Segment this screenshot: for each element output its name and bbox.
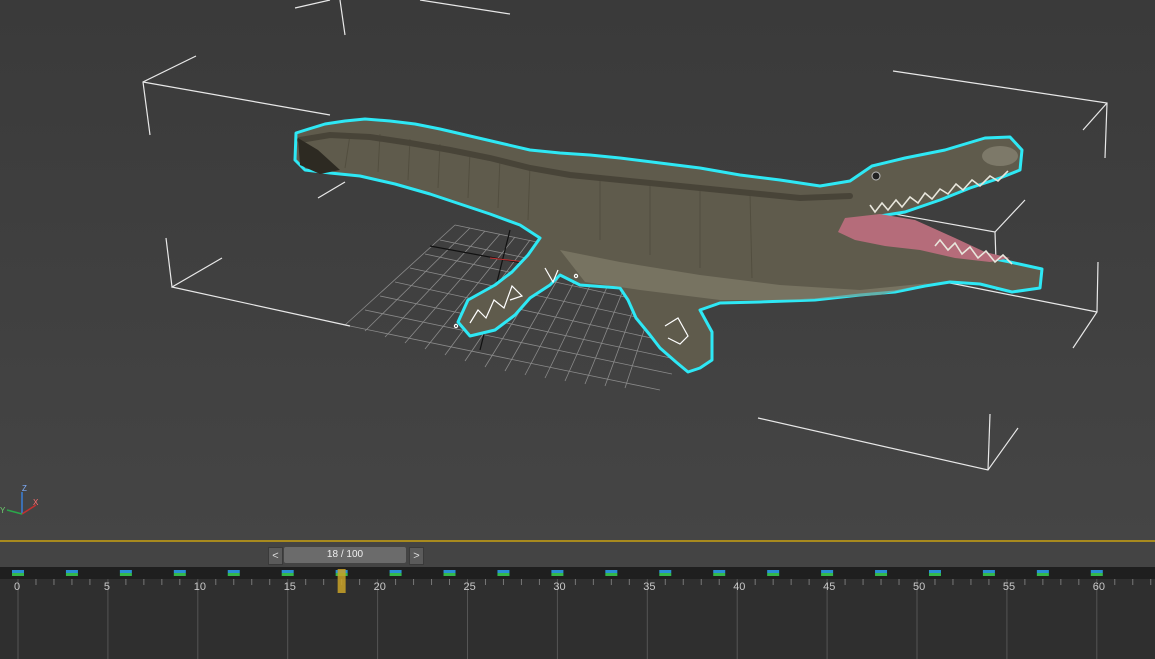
trackbar-tick-label: 60 xyxy=(1092,581,1106,593)
axis-label-x: X xyxy=(33,498,39,507)
keyframe-marker xyxy=(173,570,186,576)
time-slider-bar: < 18 / 100 > xyxy=(0,542,1155,567)
trackbar-tick-label: 15 xyxy=(283,581,296,593)
keyframe-marker xyxy=(227,570,240,576)
keyframe-marker xyxy=(1036,570,1049,576)
trackbar-tick-label: 35 xyxy=(643,581,656,593)
keyframe-marker xyxy=(875,570,888,576)
trackbar-canvas xyxy=(0,567,1155,659)
keyframe-marker xyxy=(497,570,510,576)
keyframe-marker xyxy=(551,570,564,576)
keyframe-marker xyxy=(659,570,672,576)
trackbar-tick-label: 5 xyxy=(103,581,111,593)
keyframe-marker xyxy=(605,570,618,576)
trackbar[interactable]: 0 5 10 15 20 25 30 35 40 45 50 55 60 xyxy=(0,567,1155,659)
keyframe-marker xyxy=(65,570,78,576)
view-axis-tripod xyxy=(6,492,37,515)
keyframe-marker xyxy=(767,570,780,576)
keyframe-marker xyxy=(982,570,995,576)
trackbar-tick-label: 20 xyxy=(373,581,386,593)
keyframe-strip xyxy=(0,567,1155,579)
keyframe-marker xyxy=(389,570,402,576)
trackbar-tick-label: 10 xyxy=(193,581,207,593)
trackbar-tick-label: 40 xyxy=(733,581,746,593)
viewport-scene xyxy=(6,0,1108,515)
crocodile-model[interactable] xyxy=(293,117,1044,374)
trackbar-tick-label: 25 xyxy=(463,581,476,593)
time-slider-thumb[interactable]: 18 / 100 xyxy=(284,547,406,563)
trackbar-tick-label: 50 xyxy=(913,581,926,593)
time-slider-prev-button[interactable]: < xyxy=(268,547,283,565)
time-slider-next-button[interactable]: > xyxy=(409,547,424,565)
trackbar-tick-label: 0 xyxy=(14,581,21,593)
keyframe-marker xyxy=(119,570,132,576)
keyframe-marker xyxy=(12,570,24,576)
trackbar-tick-label: 30 xyxy=(553,581,566,593)
keyframe-marker xyxy=(821,570,834,576)
axis-label-y: Y xyxy=(0,506,6,515)
perspective-viewport[interactable]: Z X Y xyxy=(0,0,1155,540)
time-slider-position: 18 / 100 xyxy=(326,549,364,560)
trackbar-tick-label: 55 xyxy=(1002,581,1016,593)
keyframe-marker xyxy=(281,570,294,576)
keyframe-marker xyxy=(928,570,941,576)
keyframe-marker xyxy=(1090,570,1103,576)
crocodile-eye xyxy=(871,171,881,181)
keyframe-marker xyxy=(713,570,726,576)
trackbar-tick-label: 45 xyxy=(823,581,836,593)
axis-label-z: Z xyxy=(22,484,27,493)
keyframe-marker xyxy=(443,570,456,576)
playhead-marker xyxy=(337,569,346,593)
crocodile-snout-highlight xyxy=(982,146,1018,166)
